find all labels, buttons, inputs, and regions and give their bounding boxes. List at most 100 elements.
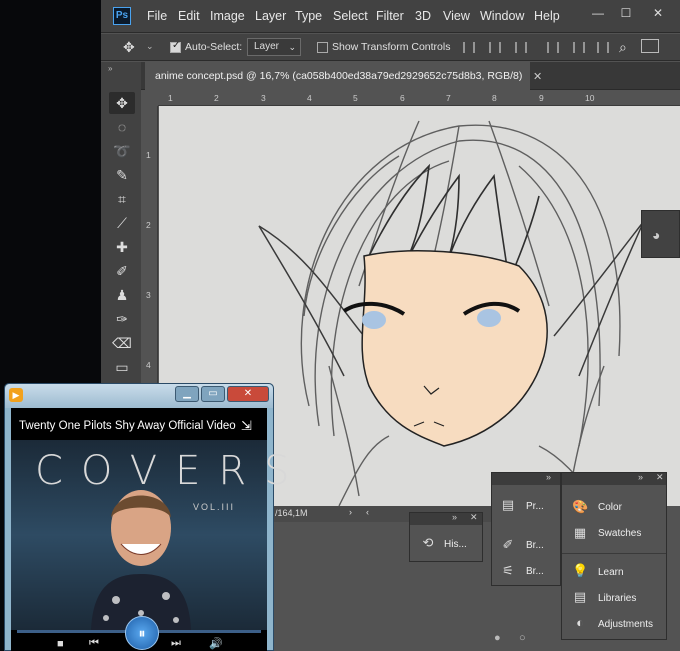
ruler-mark: 10	[585, 93, 595, 103]
properties-label[interactable]: Pr...	[526, 501, 544, 512]
volume-button[interactable]: 🔊	[209, 637, 223, 650]
brush-label[interactable]: Br...	[526, 540, 544, 551]
close-tab-icon[interactable]: ✕	[533, 70, 542, 83]
brush-presets-label[interactable]: Br...	[526, 566, 544, 577]
learn-label[interactable]: Learn	[598, 567, 624, 578]
collapsed-panel[interactable]: ◕	[641, 210, 680, 258]
pause-button[interactable]: ⏸	[125, 616, 159, 650]
ruler-mark: 6	[400, 93, 405, 103]
brush-icon[interactable]: ✐	[500, 537, 516, 553]
properties-brush-panel: » ▤ Pr... ✐ Br... ⚟ Br...	[491, 472, 561, 586]
history-brush-tool-icon[interactable]: ✑	[109, 308, 135, 330]
auto-select-label: Auto-Select:	[185, 41, 243, 53]
align-top-icon[interactable]	[463, 42, 475, 53]
menu-image[interactable]: Image	[210, 9, 245, 23]
marquee-tool-icon[interactable]: ◌	[109, 116, 135, 138]
workspace-icon[interactable]	[641, 39, 659, 53]
maximize-button[interactable]: ▭	[201, 386, 225, 402]
brush-presets-icon[interactable]: ⚟	[500, 563, 516, 579]
align-middle-icon[interactable]	[489, 42, 501, 53]
align-left-icon[interactable]	[547, 42, 559, 53]
align-bottom-icon[interactable]	[515, 42, 527, 53]
divider	[562, 553, 666, 554]
adjustments-label[interactable]: Adjustments	[598, 619, 653, 630]
history-panel: » ✕ ⟲ His...	[409, 512, 483, 562]
menu-filter[interactable]: Filter	[376, 9, 404, 23]
menu-select[interactable]: Select	[333, 9, 368, 23]
chevron-down-icon[interactable]: ⌄	[146, 41, 154, 52]
layer-select[interactable]: Layer ⌄	[247, 38, 301, 56]
stamp-tool-icon[interactable]: ♟	[109, 284, 135, 306]
library-icon[interactable]: ▤	[572, 589, 588, 605]
brush-tool-icon[interactable]: ✐	[109, 260, 135, 282]
align-right-icon[interactable]	[597, 42, 609, 53]
panel-header: » ✕	[562, 472, 666, 485]
crop-tool-icon[interactable]: ⌗	[109, 188, 135, 210]
switch-view-icon[interactable]: ⇲	[241, 418, 252, 434]
photoshop-logo-icon: Ps	[113, 7, 131, 25]
menu-help[interactable]: Help	[534, 9, 560, 23]
search-icon[interactable]: ⌕	[619, 39, 627, 56]
ruler-mark: 7	[446, 93, 451, 103]
history-label[interactable]: His...	[444, 539, 467, 550]
tab-anime-concept[interactable]: anime concept.psd @ 16,7% (ca058b400ed38…	[145, 62, 542, 90]
libraries-label[interactable]: Libraries	[598, 593, 636, 604]
ruler-mark: 9	[539, 93, 544, 103]
lasso-tool-icon[interactable]: ➰	[109, 140, 135, 162]
menu-type[interactable]: Type	[295, 9, 322, 23]
previous-button[interactable]: ⏮	[89, 637, 99, 650]
circle-icon[interactable]: ●	[494, 632, 501, 644]
menu-edit[interactable]: Edit	[178, 9, 200, 23]
quick-select-tool-icon[interactable]: ✎	[109, 164, 135, 186]
panel-header: »	[492, 472, 560, 485]
eraser-tool-icon[interactable]: ⌫	[109, 332, 135, 354]
eyedropper-tool-icon[interactable]: ⟋	[109, 212, 135, 234]
gradient-tool-icon[interactable]: ▭	[109, 356, 135, 378]
show-transform-checkbox[interactable]	[317, 42, 328, 53]
align-center-icon[interactable]	[573, 42, 585, 53]
adjustments-icon[interactable]: ◐	[572, 615, 588, 631]
move-tool-icon[interactable]: ✥	[123, 39, 135, 56]
layer-select-value: Layer	[254, 41, 280, 52]
healing-tool-icon[interactable]: ✚	[109, 236, 135, 258]
minimize-button[interactable]: —	[587, 5, 609, 21]
grid-icon[interactable]: ▦	[572, 525, 588, 541]
minimize-button[interactable]: ▁	[175, 386, 199, 402]
menu-view[interactable]: View	[443, 9, 470, 23]
auto-select-checkbox[interactable]	[170, 40, 181, 53]
ruler-horizontal: 1 2 3 4 5 6 7 8 9 10	[158, 90, 680, 106]
ruler-mark: 5	[353, 93, 358, 103]
maximize-button[interactable]: ☐	[615, 5, 637, 21]
document-title: anime concept.psd @ 16,7% (ca058b400ed38…	[155, 70, 523, 82]
lightbulb-icon[interactable]: 💡	[572, 563, 588, 579]
menu-bar: Ps File Edit Image Layer Type Select Fil…	[101, 0, 680, 33]
menu-layer[interactable]: Layer	[255, 9, 286, 23]
menu-window[interactable]: Window	[480, 9, 524, 23]
close-button[interactable]: ✕	[647, 5, 669, 21]
ruler-mark: 8	[492, 93, 497, 103]
history-icon[interactable]: ⟲	[420, 535, 436, 551]
chevron-left-icon[interactable]: ‹	[366, 507, 369, 517]
document-size: /164,1M	[275, 508, 308, 518]
circle-outline-icon[interactable]: ○	[519, 632, 526, 644]
palette-icon[interactable]: 🎨	[572, 499, 588, 515]
media-player-window: ▶ ▁ ▭ ✕ Twenty One Pilots Shy Away Offic…	[4, 383, 290, 651]
ruler-mark: 2	[146, 220, 151, 230]
video-title: Twenty One Pilots Shy Away Official Vide…	[19, 420, 236, 432]
chevron-right-icon[interactable]: ›	[349, 507, 352, 517]
ruler-mark: 3	[146, 290, 151, 300]
menu-3d[interactable]: 3D	[415, 9, 431, 23]
stop-button[interactable]: ■	[57, 638, 64, 650]
ruler-mark: 1	[168, 93, 173, 103]
ruler-mark: 4	[146, 360, 151, 370]
next-button[interactable]: ⏭	[171, 637, 181, 650]
color-wheel-icon[interactable]: ◕	[652, 227, 660, 243]
color-label[interactable]: Color	[598, 502, 622, 513]
close-button[interactable]: ✕	[227, 386, 269, 402]
move-tool-icon[interactable]: ✥	[109, 92, 135, 114]
ruler-mark: 1	[146, 150, 151, 160]
swatches-label[interactable]: Swatches	[598, 528, 641, 539]
menu-file[interactable]: File	[147, 9, 167, 23]
properties-icon[interactable]: ▤	[500, 497, 516, 513]
collapse-icon[interactable]: »	[108, 64, 112, 73]
